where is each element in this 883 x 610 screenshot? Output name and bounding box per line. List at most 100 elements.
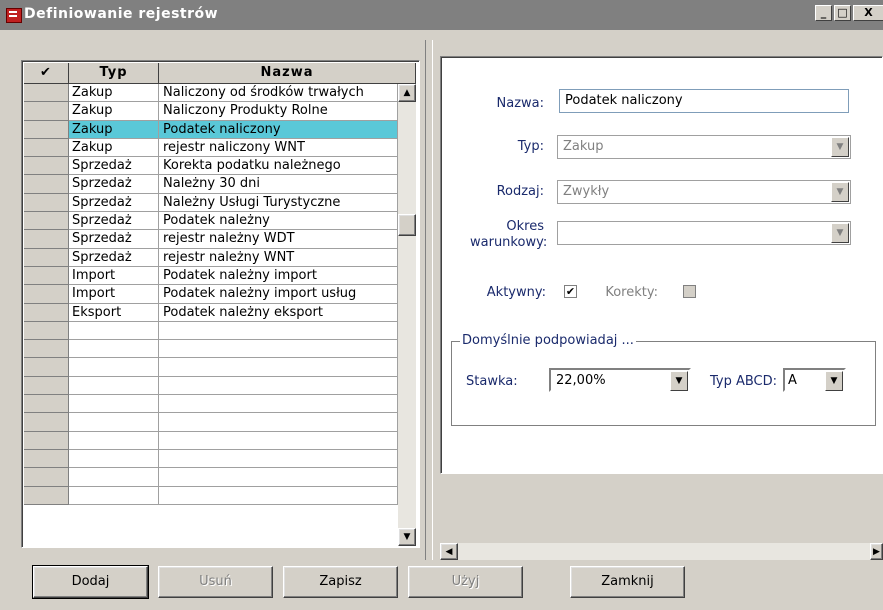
table-row[interactable]: Sprzedaż Należny Usługi Turystyczne bbox=[24, 193, 398, 213]
maximize-button[interactable]: □ bbox=[834, 5, 851, 21]
typ-cell[interactable] bbox=[69, 449, 159, 469]
typ-cell[interactable] bbox=[69, 395, 159, 414]
typ-cell[interactable]: Sprzedaż bbox=[69, 175, 159, 194]
row-selector[interactable] bbox=[24, 138, 69, 158]
typ-cell[interactable] bbox=[69, 358, 159, 377]
typ-cell[interactable] bbox=[69, 376, 159, 396]
table-row[interactable] bbox=[24, 449, 398, 469]
typ-cell[interactable] bbox=[69, 486, 159, 505]
typ-cell[interactable]: Sprzedaż bbox=[69, 230, 159, 249]
nazwa-cell[interactable] bbox=[159, 358, 398, 377]
chevron-down-icon[interactable]: ▼ bbox=[831, 137, 849, 157]
nazwa-cell[interactable]: Podatek należny bbox=[159, 212, 398, 231]
typ-select[interactable]: Zakup ▼ bbox=[557, 135, 851, 159]
scroll-down-button[interactable]: ▼ bbox=[398, 528, 416, 546]
table-row[interactable]: Sprzedaż Korekta podatku należnego bbox=[24, 157, 398, 176]
nazwa-cell[interactable]: rejestr należny WDT bbox=[159, 230, 398, 249]
table-row[interactable]: Sprzedaż rejestr należny WDT bbox=[24, 230, 398, 249]
row-selector[interactable] bbox=[24, 193, 69, 213]
table-row[interactable]: Import Podatek należny import usług bbox=[24, 285, 398, 304]
zamknij-button[interactable]: Zamknij bbox=[570, 566, 685, 598]
typ-cell[interactable]: Import bbox=[69, 285, 159, 304]
uzyj-button[interactable]: Użyj bbox=[408, 566, 523, 598]
registers-grid[interactable]: ✔ Typ Nazwa Zakup Naliczony od środków tr… bbox=[21, 60, 420, 548]
typ-cell[interactable] bbox=[69, 321, 159, 341]
dodaj-button[interactable]: Dodaj bbox=[32, 565, 149, 599]
usun-button[interactable]: Usuń bbox=[158, 566, 273, 598]
typ-cell[interactable]: Zakup bbox=[69, 84, 159, 103]
nazwa-cell[interactable]: Podatek naliczony bbox=[159, 120, 398, 139]
typ-cell[interactable] bbox=[69, 413, 159, 432]
table-row[interactable]: Eksport Podatek należny eksport bbox=[24, 303, 398, 322]
nazwa-cell[interactable] bbox=[159, 340, 398, 359]
typ-column-header[interactable]: Typ bbox=[69, 63, 159, 84]
nazwa-cell[interactable]: Podatek należny import bbox=[159, 266, 398, 286]
nazwa-cell[interactable]: rejestr należny WNT bbox=[159, 248, 398, 267]
nazwa-cell[interactable] bbox=[159, 376, 398, 396]
typ-cell[interactable]: Sprzedaż bbox=[69, 157, 159, 176]
typ-cell[interactable]: Zakup bbox=[69, 120, 159, 139]
table-row[interactable] bbox=[24, 486, 398, 505]
row-selector[interactable] bbox=[24, 157, 69, 176]
table-row[interactable] bbox=[24, 340, 398, 359]
row-selector[interactable] bbox=[24, 395, 69, 414]
row-selector[interactable] bbox=[24, 358, 69, 377]
typ-cell[interactable]: Sprzedaż bbox=[69, 212, 159, 231]
row-selector[interactable] bbox=[24, 303, 69, 322]
typ-cell[interactable]: Sprzedaż bbox=[69, 193, 159, 213]
table-row[interactable]: Zakup Naliczony Produkty Rolne bbox=[24, 102, 398, 121]
typ-cell[interactable] bbox=[69, 468, 159, 487]
nazwa-cell[interactable] bbox=[159, 431, 398, 450]
table-row[interactable] bbox=[24, 321, 398, 341]
table-row[interactable]: Sprzedaż Podatek należny bbox=[24, 212, 398, 231]
table-row[interactable] bbox=[24, 413, 398, 432]
stawka-select[interactable]: 22,00% ▼ bbox=[549, 368, 691, 392]
korekty-checkbox[interactable] bbox=[683, 285, 696, 298]
nazwa-cell[interactable] bbox=[159, 468, 398, 487]
nazwa-cell[interactable]: Korekta podatku należnego bbox=[159, 157, 398, 176]
typ-cell[interactable]: Zakup bbox=[69, 138, 159, 158]
row-selector[interactable] bbox=[24, 84, 69, 103]
row-selector[interactable] bbox=[24, 230, 69, 249]
table-row[interactable] bbox=[24, 358, 398, 377]
table-row[interactable]: Sprzedaż Należny 30 dni bbox=[24, 175, 398, 194]
table-row[interactable] bbox=[24, 395, 398, 414]
row-selector[interactable] bbox=[24, 449, 69, 469]
nazwa-column-header[interactable]: Nazwa bbox=[159, 63, 416, 84]
row-selector[interactable] bbox=[24, 102, 69, 121]
aktywny-checkbox[interactable]: ✔ bbox=[564, 285, 577, 298]
row-selector[interactable] bbox=[24, 248, 69, 267]
table-row[interactable]: Import Podatek należny import bbox=[24, 266, 398, 286]
nazwa-cell[interactable]: Podatek należny eksport bbox=[159, 303, 398, 322]
table-row[interactable] bbox=[24, 376, 398, 396]
table-row[interactable]: Zakup rejestr naliczony WNT bbox=[24, 138, 398, 158]
row-selector[interactable] bbox=[24, 340, 69, 359]
scroll-up-button[interactable]: ▲ bbox=[398, 84, 416, 102]
typ-abcd-select[interactable]: A ▼ bbox=[783, 368, 846, 392]
table-row[interactable] bbox=[24, 431, 398, 450]
okres-warunkowy-select[interactable]: ▼ bbox=[557, 221, 851, 245]
nazwa-cell[interactable] bbox=[159, 413, 398, 432]
table-row[interactable]: Sprzedaż rejestr należny WNT bbox=[24, 248, 398, 267]
nazwa-input[interactable]: Podatek naliczony bbox=[559, 89, 849, 113]
checkmark-column-header[interactable]: ✔ bbox=[24, 63, 69, 84]
row-selector[interactable] bbox=[24, 120, 69, 139]
scroll-left-button[interactable]: ◀ bbox=[440, 543, 458, 560]
typ-cell[interactable] bbox=[69, 431, 159, 450]
chevron-down-icon[interactable]: ▼ bbox=[825, 371, 843, 391]
nazwa-cell[interactable] bbox=[159, 321, 398, 341]
zapisz-button[interactable]: Zapisz bbox=[283, 566, 398, 598]
title-bar[interactable]: Definiowanie rejestrów _ □ X bbox=[0, 0, 883, 30]
row-selector[interactable] bbox=[24, 413, 69, 432]
rodzaj-select[interactable]: Zwykły ▼ bbox=[557, 180, 851, 204]
row-selector[interactable] bbox=[24, 175, 69, 194]
table-row[interactable]: Zakup Naliczony od środków trwałych bbox=[24, 84, 398, 103]
nazwa-cell[interactable]: Naliczony Produkty Rolne bbox=[159, 102, 398, 121]
nazwa-cell[interactable] bbox=[159, 449, 398, 469]
grid-vertical-scrollbar[interactable]: ▲ ▼ bbox=[398, 84, 416, 546]
chevron-down-icon[interactable]: ▼ bbox=[831, 182, 849, 202]
close-button[interactable]: X bbox=[853, 5, 883, 21]
chevron-down-icon[interactable]: ▼ bbox=[670, 371, 688, 391]
details-horizontal-scrollbar[interactable]: ◀ ▶ bbox=[440, 543, 883, 560]
row-selector[interactable] bbox=[24, 266, 69, 286]
